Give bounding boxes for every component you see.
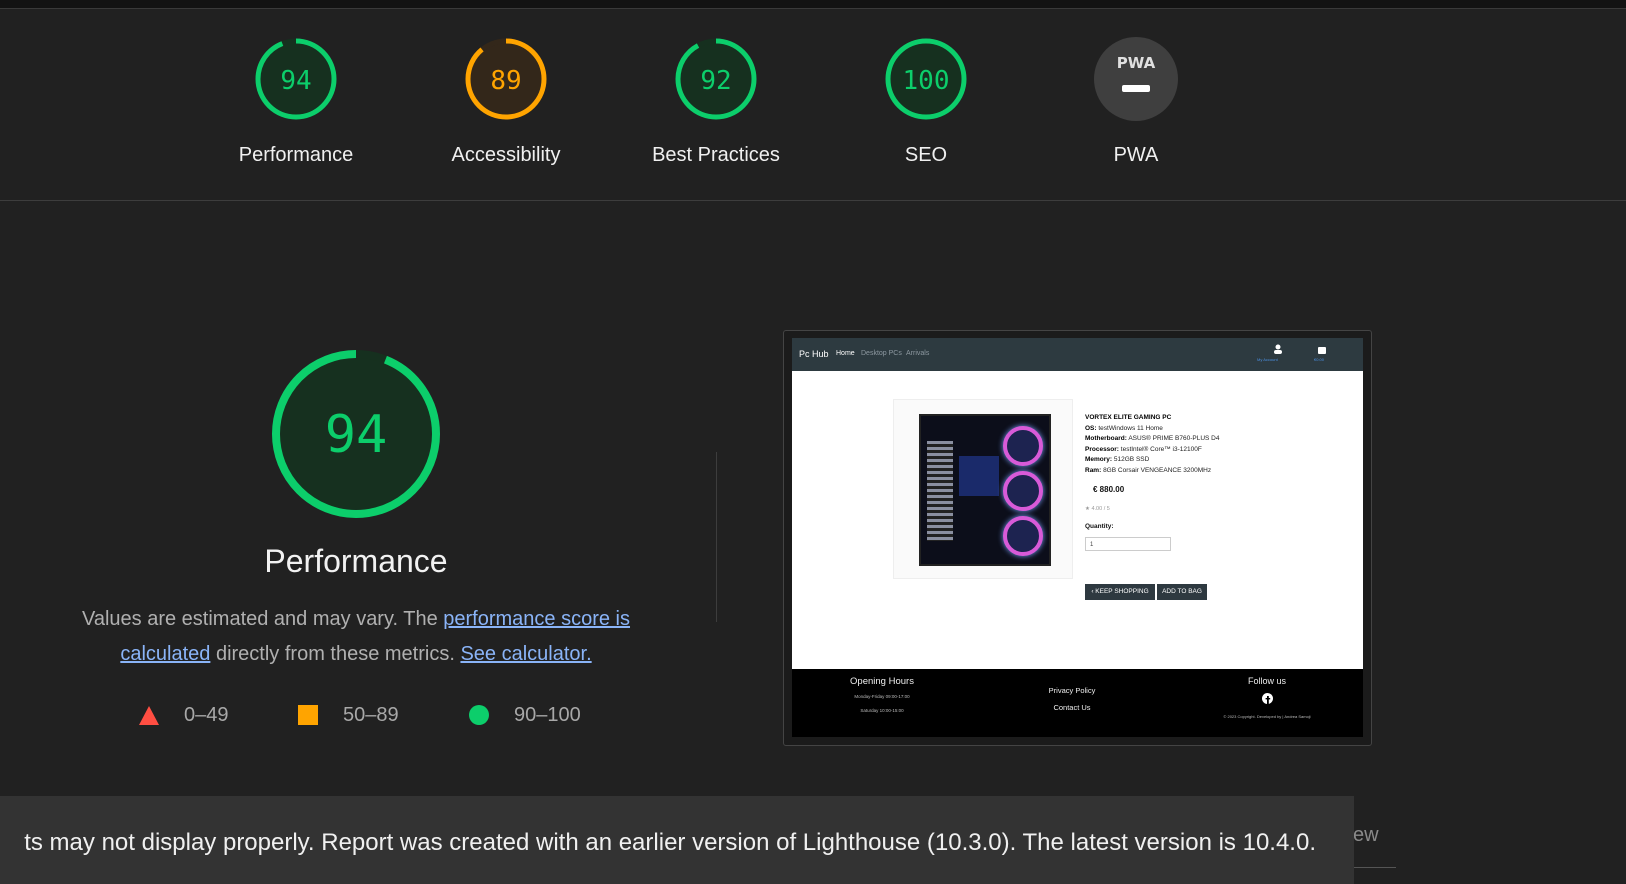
gauge-label: Performance [238, 144, 354, 166]
triangle-icon [139, 706, 159, 725]
user-icon [1274, 344, 1282, 354]
divider [716, 452, 717, 622]
desc-text: directly from these metrics. [210, 643, 461, 665]
footer-hours-title: Opening Hours [850, 676, 914, 687]
legend-pass: 90–100 [468, 700, 581, 730]
shot-brand: Pc Hub [799, 349, 829, 359]
shot-bag-label: €0.00 [1314, 357, 1325, 362]
gauge-score: 100 [903, 66, 950, 96]
tab-underline [1354, 867, 1396, 868]
add-to-bag-button: ADD TO BAG [1157, 584, 1207, 600]
quantity-label: Quantity: [1085, 523, 1114, 530]
bag-icon [1318, 347, 1326, 354]
product-specs: VORTEX ELITE GAMING PC OS: testWindows 1… [1085, 413, 1219, 476]
performance-title: Performance [264, 543, 448, 579]
gauge-best-practices[interactable]: 92 Best Practices [616, 36, 816, 167]
footer-hours-2: Saturday 10:00-15:00 [860, 708, 904, 713]
footer-copyright: © 2023 Copyright. Developed by | Andrea … [1223, 714, 1311, 719]
product-image [893, 399, 1073, 579]
footer-privacy: Privacy Policy [1048, 686, 1096, 695]
shot-navbar: Pc Hub Home Desktop PCs Arrivals My Acco… [792, 338, 1363, 371]
spec-value: 8GB Corsair VENGEANCE 3200MHz [1101, 466, 1212, 474]
pc-case-graphic [919, 414, 1051, 566]
gauge-seo[interactable]: 100 SEO [826, 36, 1026, 167]
shot-nav-arrivals: Arrivals [906, 350, 930, 357]
spec-key: OS: [1085, 424, 1097, 432]
gauge-performance[interactable]: 94 Performance [196, 36, 396, 167]
dash-icon [1122, 85, 1150, 92]
gauge-label: Best Practices [652, 144, 780, 166]
gauge-label: PWA [1113, 144, 1159, 166]
pwa-badge-text: PWA [1117, 54, 1156, 72]
footer-follow: Follow us [1247, 676, 1286, 686]
product-title: VORTEX ELITE GAMING PC [1085, 414, 1172, 421]
spec-value: testIntel® Core™ i3-12100F [1118, 445, 1202, 453]
pwa-badge-icon: PWA [1094, 37, 1178, 121]
gauge-score: 89 [490, 66, 521, 96]
gauge-label: Accessibility [451, 144, 561, 166]
page-screenshot[interactable]: Pc Hub Home Desktop PCs Arrivals My Acco… [783, 330, 1372, 746]
spec-value: ASUS® PRIME B760-PLUS D4 [1126, 435, 1220, 442]
gauge-label: SEO [904, 144, 948, 166]
product-rating: ★ 4.00 / 5 [1085, 506, 1110, 512]
gauge-accessibility[interactable]: 89 Accessibility [406, 36, 606, 167]
shot-footer: Opening Hours Monday-Friday 09:00-17:00 … [792, 669, 1363, 737]
product-price: € 880.00 [1093, 485, 1125, 494]
spec-value: testWindows 11 Home [1096, 424, 1163, 432]
legend-range: 0–49 [184, 703, 229, 726]
gauge-pwa[interactable]: PWA PWA [1036, 36, 1236, 167]
gauge-best-practices-ring: 92 [675, 38, 757, 120]
legend-range: 50–89 [343, 703, 399, 726]
circle-icon [469, 705, 489, 725]
performance-description: Values are estimated and may vary. The p… [50, 602, 662, 672]
keep-shopping-button: ‹ KEEP SHOPPING [1085, 584, 1155, 600]
see-calculator-link[interactable]: See calculator. [460, 643, 591, 665]
legend-average: 50–89 [297, 700, 399, 730]
legend-fail: 0–49 [138, 700, 229, 730]
spec-key: Processor: [1085, 445, 1119, 453]
gauge-performance-ring: 94 [255, 38, 337, 120]
shot-nav-home: Home [836, 350, 855, 357]
square-icon [298, 705, 318, 725]
gauge-score: 94 [280, 66, 311, 96]
spec-key: Motherboard: [1085, 435, 1127, 442]
footer-contact: Contact Us [1053, 703, 1091, 712]
shot-body: VORTEX ELITE GAMING PC OS: testWindows 1… [792, 371, 1363, 669]
spec-key: Ram: [1085, 466, 1102, 474]
quantity-input: 1 [1085, 537, 1171, 551]
facebook-icon [1262, 693, 1273, 704]
gauge-score: 92 [700, 66, 731, 96]
toast-message: ts may not display properly. Report was … [24, 829, 1316, 856]
shot-nav-desktop: Desktop PCs [861, 350, 902, 357]
spec-key: Memory: [1085, 456, 1113, 463]
shot-account-label: My Account [1257, 357, 1278, 362]
spec-value: 512GB SSD [1112, 456, 1150, 463]
gauge-seo-ring: 100 [885, 38, 967, 120]
tab-behind-toast[interactable]: ew [1353, 824, 1379, 847]
version-warning-toast[interactable]: ts may not display properly. Report was … [0, 796, 1354, 884]
performance-score: 94 [325, 405, 388, 465]
performance-ring: 94 [272, 350, 440, 518]
desc-text: Values are estimated and may vary. The [81, 608, 444, 630]
gauge-accessibility-ring: 89 [465, 38, 547, 120]
footer-hours-1: Monday-Friday 09:00-17:00 [854, 694, 910, 699]
performance-gauge-large: 94 [270, 348, 442, 525]
score-gauges: 94 Performance 89 Accessibility 92 Best … [0, 8, 1626, 201]
legend-range: 90–100 [514, 703, 581, 726]
